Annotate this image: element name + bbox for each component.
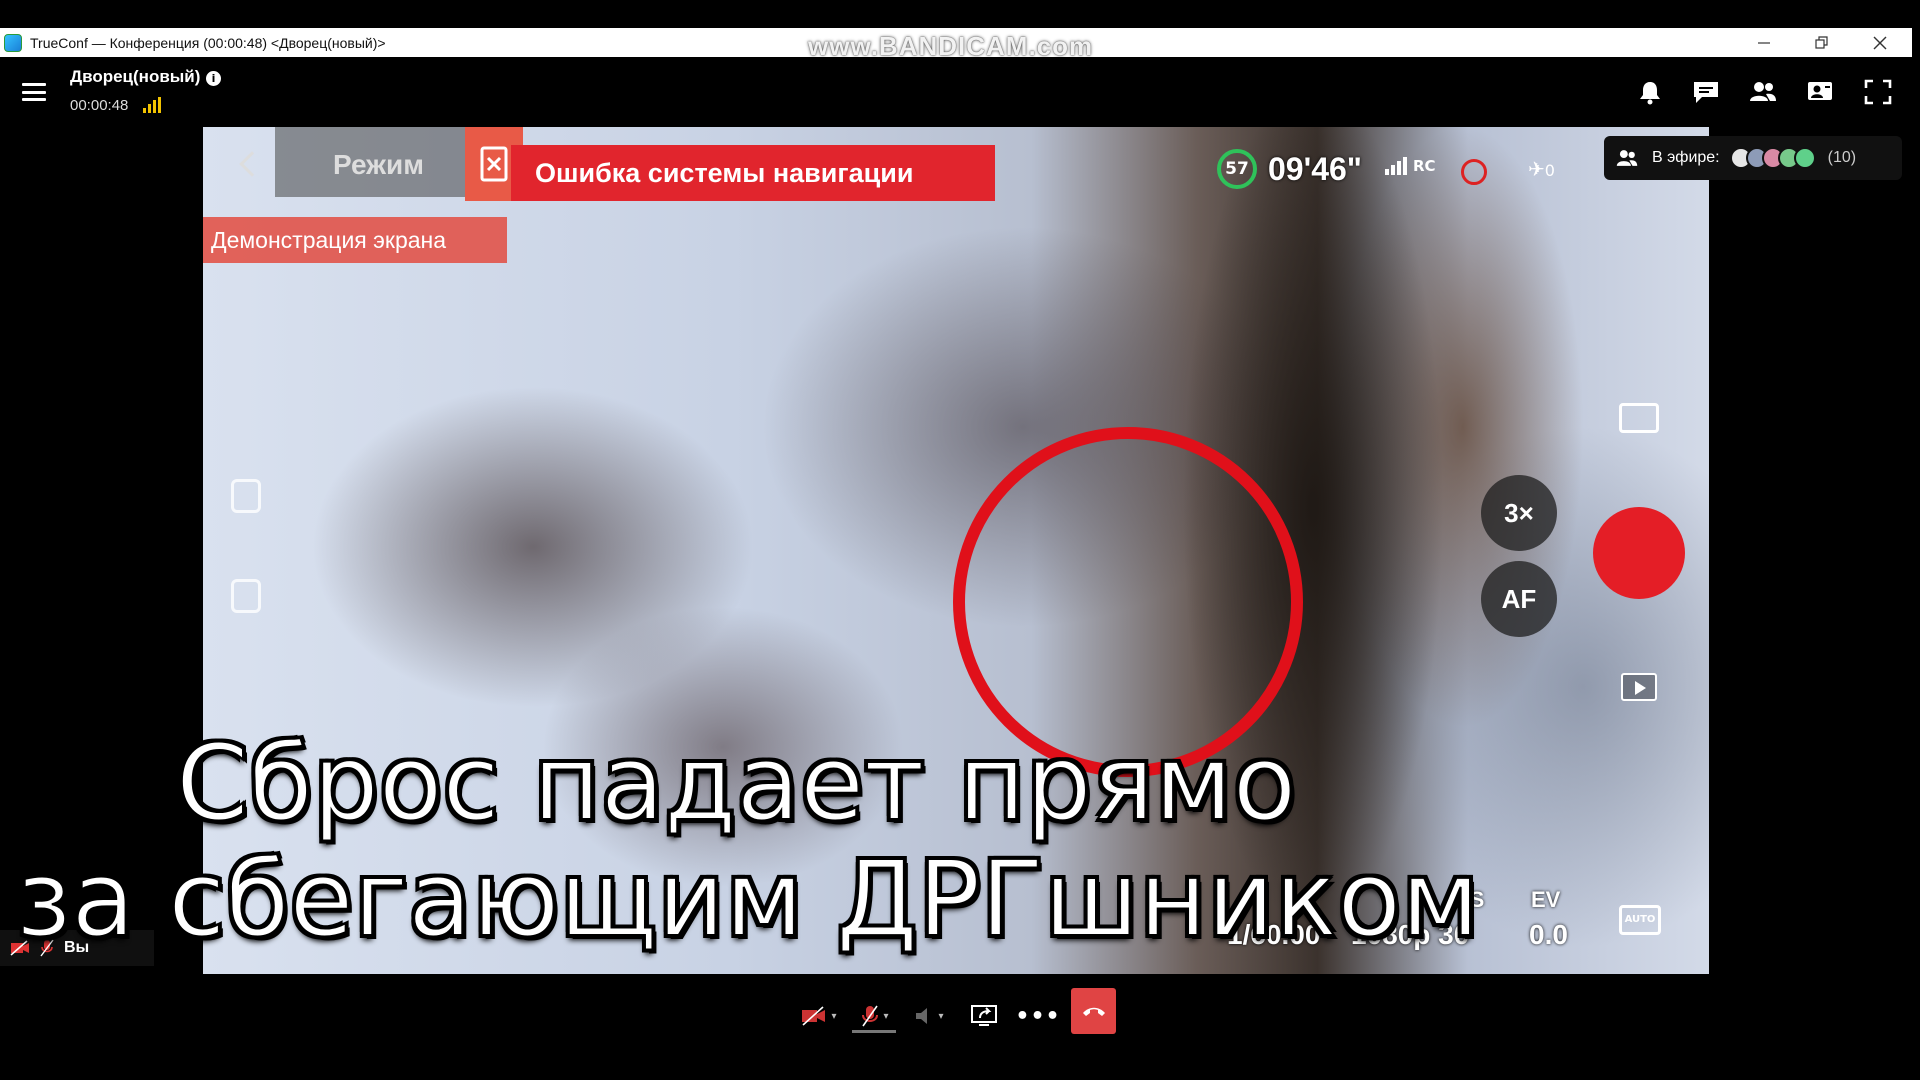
subtitle-line-1: Сброс падает прямо bbox=[175, 721, 1297, 845]
zoom-button[interactable]: 3× bbox=[1481, 475, 1557, 551]
satellite-icon: ✈0 bbox=[1528, 157, 1555, 181]
close-window-button[interactable] bbox=[1852, 28, 1908, 57]
trueconf-window: TrueConf — Конференция (00:00:48) <Дворе… bbox=[0, 0, 1920, 1080]
conference-name: Дворец(новый) bbox=[70, 67, 201, 86]
share-screen-icon bbox=[971, 1005, 997, 1026]
hangup-icon bbox=[1082, 1007, 1105, 1016]
participants-icon[interactable] bbox=[1749, 79, 1777, 105]
screen-share-badge: Демонстрация экрана bbox=[203, 217, 507, 263]
mic-level-indicator bbox=[852, 1030, 896, 1033]
ev-label: EV bbox=[1531, 887, 1561, 912]
microphone-off-button[interactable]: ▾ bbox=[852, 998, 898, 1034]
on-air-avatars bbox=[1729, 147, 1816, 169]
on-air-count: (10) bbox=[1827, 149, 1857, 166]
autofocus-button[interactable]: AF bbox=[1481, 561, 1557, 637]
restore-icon bbox=[1815, 35, 1828, 49]
restore-button[interactable] bbox=[1794, 28, 1850, 57]
signal-icon bbox=[143, 97, 161, 113]
bell-icon[interactable] bbox=[1636, 79, 1664, 105]
conference-timer: 00:00:48 bbox=[70, 97, 129, 114]
close-icon bbox=[1873, 36, 1887, 49]
battery-indicator: 57 bbox=[1217, 149, 1257, 189]
window-title: TrueConf — Конференция (00:00:48) <Дворе… bbox=[30, 34, 386, 51]
auto-exposure-icon[interactable]: AUTO bbox=[1619, 905, 1661, 935]
playback-icon[interactable] bbox=[1621, 673, 1657, 701]
on-air-label: В эфире: bbox=[1652, 149, 1720, 166]
satellite-count: 0 bbox=[1544, 161, 1555, 180]
microphone-dropdown-icon[interactable]: ▾ bbox=[883, 1011, 888, 1022]
camera-off-icon bbox=[802, 1006, 826, 1026]
drone-icon bbox=[231, 579, 261, 613]
content-icon[interactable] bbox=[1806, 79, 1834, 105]
on-air-panel[interactable]: В эфире: (10) bbox=[1604, 136, 1902, 180]
avatar bbox=[1793, 147, 1816, 169]
camera-dropdown-icon[interactable]: ▾ bbox=[831, 1011, 836, 1022]
share-screen-button[interactable] bbox=[966, 998, 1002, 1034]
subtitle-line-2: за сбегающим ДРГшником bbox=[15, 837, 1480, 961]
trueconf-app-icon bbox=[4, 33, 22, 52]
call-toolbar: ▾ ▾ ▾ ••• bbox=[0, 974, 1920, 1080]
hangup-button[interactable] bbox=[1071, 988, 1116, 1034]
ev-value: 0.0 bbox=[1529, 919, 1568, 950]
mode-label: Режим bbox=[333, 149, 424, 180]
record-button[interactable] bbox=[1593, 507, 1685, 599]
rc-signal-icon: RC bbox=[1385, 157, 1436, 175]
mic-off-icon bbox=[862, 1005, 879, 1027]
navigation-error-banner: Ошибка системы навигации bbox=[511, 145, 995, 201]
mode-selector[interactable]: Режим bbox=[275, 127, 465, 197]
menu-icon[interactable] bbox=[22, 83, 46, 101]
back-chevron-icon[interactable] bbox=[239, 151, 265, 177]
flight-time: 09'46" bbox=[1268, 151, 1362, 187]
speaker-icon bbox=[916, 1008, 928, 1024]
info-icon[interactable]: i bbox=[206, 71, 221, 86]
minimize-button[interactable] bbox=[1736, 28, 1792, 57]
fullscreen-icon[interactable] bbox=[1864, 79, 1892, 105]
conference-header: Дворец(новый) i 00:00:48 bbox=[0, 57, 1912, 127]
gps-error-icon bbox=[1461, 159, 1487, 185]
rc-label: RC bbox=[1413, 157, 1436, 175]
camera-off-button[interactable]: ▾ bbox=[796, 998, 842, 1034]
speaker-button[interactable]: ▾ bbox=[906, 998, 952, 1034]
more-button[interactable]: ••• bbox=[1015, 998, 1059, 1034]
minimize-icon bbox=[1758, 41, 1770, 44]
speaker-dropdown-icon[interactable]: ▾ bbox=[938, 1011, 943, 1022]
photo-mode-icon[interactable] bbox=[1619, 403, 1659, 433]
altitude-icon bbox=[231, 479, 261, 513]
on-air-participants-icon bbox=[1616, 150, 1638, 166]
chat-icon[interactable] bbox=[1692, 79, 1720, 105]
